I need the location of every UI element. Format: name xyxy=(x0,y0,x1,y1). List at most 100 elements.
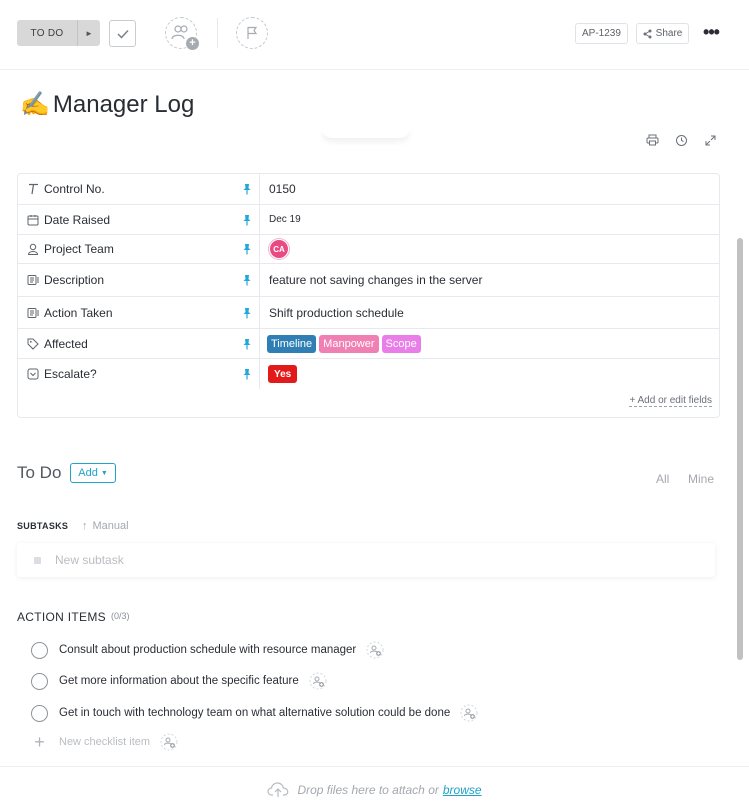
assign-user-icon[interactable] xyxy=(366,641,384,659)
field-row-project-team: Project Team CA xyxy=(18,235,719,264)
tag-timeline[interactable]: Timeline xyxy=(267,334,317,353)
share-icon xyxy=(643,29,652,38)
checkmark-icon xyxy=(116,29,129,39)
sort-manual-button[interactable]: ↑ Manual xyxy=(82,520,129,532)
checklist-item: Get more information about the specific … xyxy=(31,672,327,690)
long-text-icon xyxy=(26,273,40,287)
assign-user-icon[interactable] xyxy=(160,733,178,751)
pin-icon[interactable] xyxy=(242,307,252,319)
action-items-label: ACTION ITEMS xyxy=(17,610,106,624)
tag-scope[interactable]: Scope xyxy=(381,334,421,353)
field-row-control-no: Control No. 0150 xyxy=(18,174,719,205)
add-button[interactable]: Add ▼ xyxy=(70,463,116,483)
field-label: Project Team xyxy=(44,242,114,256)
arrow-up-icon: ↑ xyxy=(82,520,88,532)
long-text-icon xyxy=(26,306,40,320)
calendar-icon xyxy=(26,213,40,227)
checklist-item-text[interactable]: Get more information about the specific … xyxy=(59,675,299,687)
caret-right-icon[interactable]: ► xyxy=(77,20,100,46)
field-value[interactable]: Timeline Manpower Scope xyxy=(260,329,719,358)
add-edit-fields-link[interactable]: + Add or edit fields xyxy=(629,395,712,407)
checklist-item-text[interactable]: Consult about production schedule with r… xyxy=(59,644,356,656)
checklist-item: Consult about production schedule with r… xyxy=(31,641,384,659)
pin-icon[interactable] xyxy=(242,183,252,195)
caret-down-icon: ▼ xyxy=(100,469,108,477)
cloud-upload-icon xyxy=(267,781,289,797)
field-label: Escalate? xyxy=(44,367,97,381)
field-value[interactable]: Shift production schedule xyxy=(260,297,719,328)
task-header-bar: TO DO ► + AP-1239 Share ••• xyxy=(0,0,749,70)
tag-icon xyxy=(26,337,40,351)
field-label: Date Raised xyxy=(44,212,111,227)
new-subtask-input[interactable]: New subtask xyxy=(17,543,715,577)
checkbox-circle[interactable] xyxy=(31,704,48,722)
custom-fields-table: Control No. 0150 Date Raised Dec 19 Proj… xyxy=(17,173,720,418)
share-button[interactable]: Share xyxy=(636,23,689,44)
new-subtask-placeholder: New subtask xyxy=(55,553,124,567)
field-name: Date Raised xyxy=(18,205,260,234)
new-checklist-item-input[interactable]: + New checklist item xyxy=(31,733,178,751)
sort-label: Manual xyxy=(92,520,129,532)
task-title[interactable]: Manager Log xyxy=(53,91,194,119)
checklist-item: Get in touch with technology team on wha… xyxy=(31,704,478,722)
status-label[interactable]: TO DO xyxy=(17,20,77,46)
field-value[interactable]: 0150 xyxy=(260,174,719,204)
task-id-badge[interactable]: AP-1239 xyxy=(575,23,628,44)
print-icon[interactable] xyxy=(644,132,660,148)
file-drop-zone[interactable]: Drop files here to attach or browse xyxy=(0,766,749,812)
priority-button[interactable] xyxy=(236,17,268,49)
assign-user-icon[interactable] xyxy=(309,672,327,690)
checklist-item-text[interactable]: Get in touch with technology team on wha… xyxy=(59,707,450,719)
escalate-badge[interactable]: Yes xyxy=(268,365,298,383)
field-name: Escalate? xyxy=(18,359,260,389)
share-label: Share xyxy=(655,28,683,39)
drop-files-text: Drop files here to attach or xyxy=(297,782,439,797)
field-name: Control No. xyxy=(18,174,260,204)
field-value[interactable]: Yes xyxy=(260,359,719,389)
field-value[interactable]: CA xyxy=(260,235,719,263)
filter-mine[interactable]: Mine xyxy=(688,472,714,486)
field-name: Project Team xyxy=(18,235,260,263)
avatar[interactable]: CA xyxy=(269,239,289,259)
field-label: Affected xyxy=(44,336,88,351)
field-value[interactable]: Dec 19 xyxy=(260,205,719,234)
expand-icon[interactable] xyxy=(702,132,718,148)
field-name: Action Taken xyxy=(18,297,260,328)
checkbox-circle[interactable] xyxy=(31,641,48,659)
pin-icon[interactable] xyxy=(242,274,252,286)
pin-icon[interactable] xyxy=(242,214,252,226)
field-row-date-raised: Date Raised Dec 19 xyxy=(18,205,719,235)
writing-hand-icon: ✍️ xyxy=(20,91,50,118)
divider xyxy=(217,18,218,48)
pin-icon[interactable] xyxy=(242,243,252,255)
flag-icon xyxy=(247,26,258,39)
field-label: Action Taken xyxy=(44,305,113,320)
assign-user-icon[interactable] xyxy=(460,704,478,722)
browse-link[interactable]: browse xyxy=(443,783,482,797)
task-title-row: ✍️ Manager Log xyxy=(20,90,194,119)
pin-icon[interactable] xyxy=(242,338,252,350)
todo-section-title: To Do xyxy=(17,463,62,482)
dropdown-icon xyxy=(26,367,40,381)
plus-icon: + xyxy=(34,731,45,752)
tag-manpower[interactable]: Manpower xyxy=(319,334,379,353)
history-icon[interactable] xyxy=(673,132,689,148)
more-dots-icon[interactable]: ••• xyxy=(700,22,722,42)
complete-task-button[interactable] xyxy=(109,20,136,47)
pin-icon[interactable] xyxy=(242,368,252,380)
text-field-icon xyxy=(26,182,40,196)
task-tools xyxy=(644,132,718,148)
new-checklist-placeholder: New checklist item xyxy=(59,736,151,748)
person-icon xyxy=(26,242,40,256)
filter-all[interactable]: All xyxy=(656,472,669,486)
field-name: Affected xyxy=(18,329,260,358)
field-row-affected: Affected Timeline Manpower Scope xyxy=(18,329,719,359)
add-assignee-button[interactable]: + xyxy=(165,17,199,50)
status-button[interactable]: TO DO ► xyxy=(17,20,100,46)
add-label: Add xyxy=(78,467,98,479)
field-value[interactable]: feature not saving changes in the server xyxy=(260,264,719,296)
checkbox-circle[interactable] xyxy=(31,672,48,690)
field-row-description: Description feature not saving changes i… xyxy=(18,264,719,297)
scrollbar[interactable] xyxy=(737,238,743,660)
field-row-action-taken: Action Taken Shift production schedule xyxy=(18,297,719,329)
